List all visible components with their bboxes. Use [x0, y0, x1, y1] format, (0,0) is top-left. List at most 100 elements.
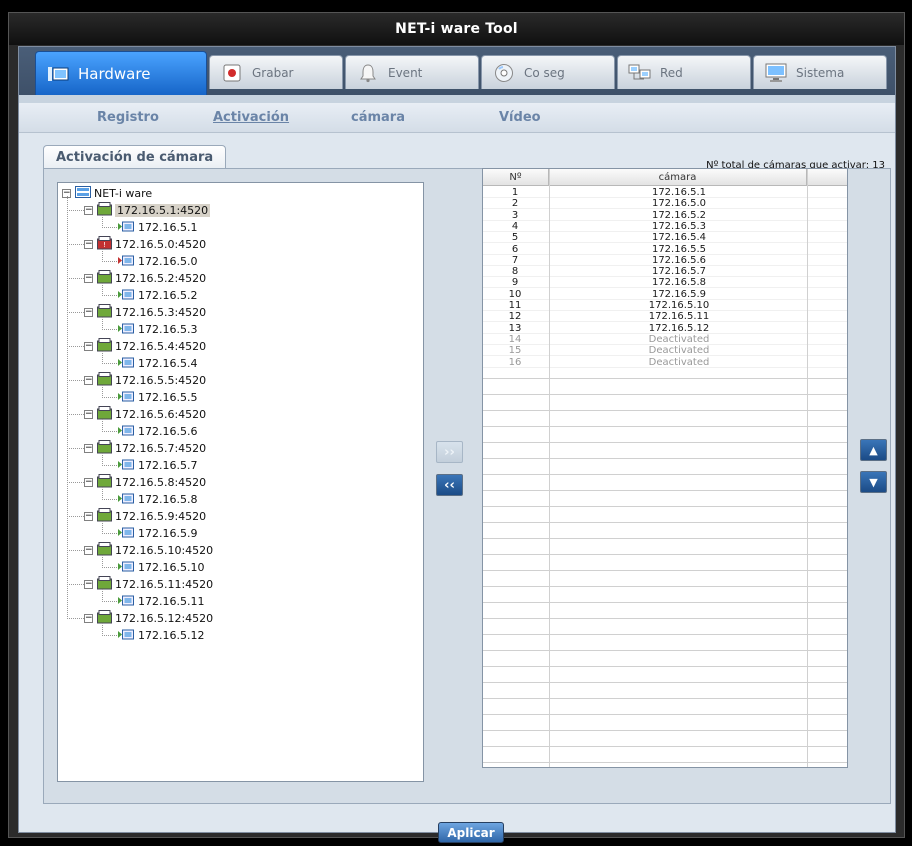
- sub-navigation: Registro Activación cámara Vídeo: [19, 103, 895, 133]
- collapse-icon[interactable]: −: [84, 614, 93, 623]
- encoder-icon: [97, 440, 112, 457]
- tree-connector: [67, 414, 84, 415]
- collapse-icon[interactable]: −: [84, 478, 93, 487]
- table-gridline: [483, 441, 847, 443]
- collapse-icon[interactable]: −: [84, 342, 93, 351]
- tree-connector: [67, 244, 84, 245]
- table-row[interactable]: 2 172.16.5.0: [483, 198, 847, 210]
- table-row[interactable]: 5 172.16.5.4: [483, 232, 847, 244]
- column-header-number[interactable]: Nº: [483, 169, 549, 186]
- table-header: Nº cámara: [483, 169, 847, 186]
- client-area: Hardware Grabar Event Co seg Red Sistema…: [18, 46, 896, 843]
- move-down-button[interactable]: ▼: [860, 471, 887, 493]
- row-camera: 172.16.5.4: [651, 232, 707, 244]
- row-number: 10: [508, 288, 522, 300]
- tree-camera-node[interactable]: 172.16.5.9: [118, 525, 197, 542]
- table-row[interactable]: 10 172.16.5.9: [483, 289, 847, 300]
- collapse-icon[interactable]: −: [84, 206, 93, 215]
- table-row[interactable]: 9 172.16.5.8: [483, 277, 847, 289]
- subnav-activacion[interactable]: Activación: [213, 110, 289, 125]
- table-row[interactable]: 4 172.16.5.3: [483, 221, 847, 232]
- tree-camera-node[interactable]: 172.16.5.5: [118, 389, 197, 406]
- table-row[interactable]: 13 172.16.5.12: [483, 323, 847, 334]
- tab-co-seg[interactable]: Co seg: [481, 55, 615, 89]
- tree-connector: [102, 431, 117, 432]
- tree-encoder-node[interactable]: −172.16.5.11:4520: [84, 576, 213, 593]
- table-gridline: [483, 489, 847, 491]
- table-row[interactable]: 6 172.16.5.5: [483, 244, 847, 255]
- tree-camera-node[interactable]: 172.16.5.3: [118, 321, 197, 338]
- encoder-icon: [97, 610, 112, 627]
- tree-camera-node[interactable]: 172.16.5.1: [118, 219, 197, 236]
- tree-camera-node[interactable]: 172.16.5.12: [118, 627, 204, 644]
- tab-hardware[interactable]: Hardware: [35, 51, 207, 95]
- activation-panel: − NET-i ware −172.16.5.1:4520 172.16.5.1−…: [43, 168, 891, 804]
- table-row[interactable]: 3 172.16.5.2: [483, 210, 847, 221]
- table-row[interactable]: 7 172.16.5.6: [483, 255, 847, 266]
- row-number: 4: [511, 220, 519, 232]
- move-up-button[interactable]: ▲: [860, 439, 887, 461]
- encoder-icon: [97, 474, 112, 491]
- collapse-icon[interactable]: −: [84, 308, 93, 317]
- tree-connector: [67, 516, 84, 517]
- tree-encoder-node[interactable]: −172.16.5.12:4520: [84, 610, 213, 627]
- window-title: NET-i ware Tool: [395, 21, 518, 37]
- subnav-video[interactable]: Vídeo: [499, 110, 541, 125]
- collapse-icon[interactable]: −: [84, 410, 93, 419]
- subnav-registro[interactable]: Registro: [97, 110, 159, 125]
- column-header-camera[interactable]: cámara: [549, 169, 807, 186]
- camera-icon: [118, 323, 134, 337]
- table-row[interactable]: 15 Deactivated: [483, 345, 847, 357]
- tab-red[interactable]: Red: [617, 55, 751, 89]
- tab-event[interactable]: Event: [345, 55, 479, 89]
- collapse-icon[interactable]: −: [84, 274, 93, 283]
- tree-connector: [67, 482, 84, 483]
- camera-icon: [118, 391, 134, 405]
- tree-camera-node[interactable]: 172.16.5.6: [118, 423, 197, 440]
- tree-camera-node[interactable]: 172.16.5.10: [118, 559, 204, 576]
- collapse-icon[interactable]: −: [84, 546, 93, 555]
- collapse-icon[interactable]: −: [84, 512, 93, 521]
- row-number: 14: [508, 333, 522, 345]
- tree-camera-node[interactable]: 172.16.5.8: [118, 491, 197, 508]
- apply-button[interactable]: Aplicar: [438, 822, 504, 843]
- table-row[interactable]: 11 172.16.5.10: [483, 300, 847, 311]
- table-gridline: [483, 537, 847, 539]
- table-row[interactable]: 8 172.16.5.7: [483, 266, 847, 278]
- encoder-icon: !: [97, 236, 112, 253]
- tree-connector: [102, 601, 117, 602]
- table-gridline: [483, 633, 847, 635]
- network-icon: [628, 63, 652, 83]
- table-row[interactable]: 1 172.16.5.1: [483, 187, 847, 198]
- remove-from-list-button[interactable]: ‹‹: [436, 474, 463, 496]
- table-column-divider: [549, 169, 550, 767]
- add-to-list-button[interactable]: ››: [436, 441, 463, 463]
- camera-icon: [118, 459, 134, 473]
- table-row[interactable]: 14 Deactivated: [483, 334, 847, 345]
- tree-encoder-node[interactable]: −172.16.5.10:4520: [84, 542, 213, 559]
- hardware-icon: [46, 64, 70, 84]
- collapse-icon[interactable]: −: [84, 240, 93, 249]
- tree-root[interactable]: − NET-i ware: [62, 185, 152, 202]
- camera-icon: [118, 561, 134, 575]
- subnav-camara[interactable]: cámara: [351, 110, 405, 125]
- tree-camera-node[interactable]: 172.16.5.2: [118, 287, 197, 304]
- device-tree[interactable]: − NET-i ware −172.16.5.1:4520 172.16.5.1−…: [57, 182, 424, 782]
- tree-camera-node[interactable]: 172.16.5.7: [118, 457, 197, 474]
- camera-table[interactable]: Nº cámara 1 172.16.5.1 2 172.16.5.0 3 172.16.…: [482, 168, 848, 768]
- tree-camera-node[interactable]: 172.16.5.4: [118, 355, 197, 372]
- table-gridline: [483, 425, 847, 427]
- tree-camera-node[interactable]: 172.16.5.0: [118, 253, 197, 270]
- row-number: 9: [511, 277, 519, 289]
- table-row[interactable]: 16 Deactivated: [483, 357, 847, 368]
- app-window: NET-i ware Tool Hardware Grabar Event Co…: [8, 12, 905, 843]
- encoder-icon: [97, 304, 112, 321]
- tab-grabar[interactable]: Grabar: [209, 55, 343, 89]
- collapse-icon[interactable]: −: [84, 580, 93, 589]
- table-row[interactable]: 12 172.16.5.11: [483, 311, 847, 323]
- tab-sistema[interactable]: Sistema: [753, 55, 887, 89]
- tree-connector: [67, 210, 84, 211]
- tree-camera-node[interactable]: 172.16.5.11: [118, 593, 204, 610]
- collapse-icon[interactable]: −: [84, 376, 93, 385]
- collapse-icon[interactable]: −: [84, 444, 93, 453]
